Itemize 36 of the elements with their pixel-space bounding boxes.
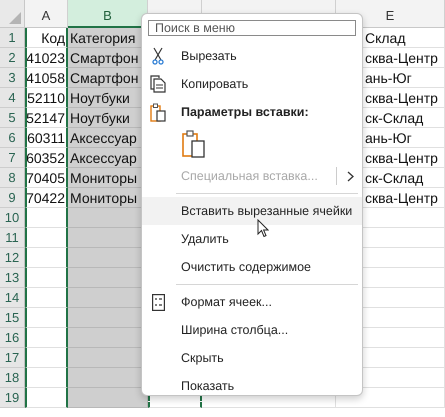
row-header[interactable]: 15	[0, 308, 25, 328]
row-header[interactable]: 8	[0, 168, 25, 188]
search-field[interactable]: Поиск в меню	[148, 20, 356, 36]
row-header[interactable]: 14	[0, 288, 25, 308]
menu-item[interactable]: Вставить вырезанные ячейки	[142, 197, 362, 225]
row-header[interactable]: 13	[0, 268, 25, 288]
row-header[interactable]: 18	[0, 368, 25, 388]
row-header[interactable]: 10	[0, 208, 25, 228]
row-header[interactable]: 4	[0, 88, 25, 108]
row-header[interactable]: 16	[0, 328, 25, 348]
column-header[interactable]: B	[68, 0, 148, 28]
row-header[interactable]: 12	[0, 248, 25, 268]
scissors-icon	[152, 47, 164, 65]
column-header[interactable]: A	[25, 0, 68, 28]
menu-item[interactable]: Скрыть	[142, 344, 362, 372]
row-header[interactable]: 5	[0, 108, 25, 128]
clipboard-icon[interactable]	[182, 130, 206, 158]
row-header[interactable]: 17	[0, 348, 25, 368]
row-header[interactable]: 6	[0, 128, 25, 148]
row-header[interactable]: 3	[0, 68, 25, 88]
menu-item[interactable]: Показать	[142, 372, 362, 400]
copy-icon	[150, 75, 166, 93]
format-cells-icon	[152, 294, 164, 310]
row-header[interactable]: 7	[0, 148, 25, 168]
row-header[interactable]: 2	[0, 48, 25, 68]
menu-item[interactable]: Очистить содержимое	[142, 253, 362, 281]
row-header[interactable]: 11	[0, 228, 25, 248]
row-header[interactable]: 9	[0, 188, 25, 208]
row-header[interactable]: 1	[0, 28, 25, 48]
row-header[interactable]: 19	[0, 388, 25, 408]
menu-item[interactable]: Ширина столбца...	[142, 316, 362, 344]
menu-item[interactable]: Формат ячеек...	[142, 288, 362, 316]
clipboard-icon	[150, 102, 166, 122]
chevron-right-icon	[347, 170, 354, 182]
menu-item[interactable]: Удалить	[142, 225, 362, 253]
mouse-pointer-icon	[257, 219, 269, 238]
